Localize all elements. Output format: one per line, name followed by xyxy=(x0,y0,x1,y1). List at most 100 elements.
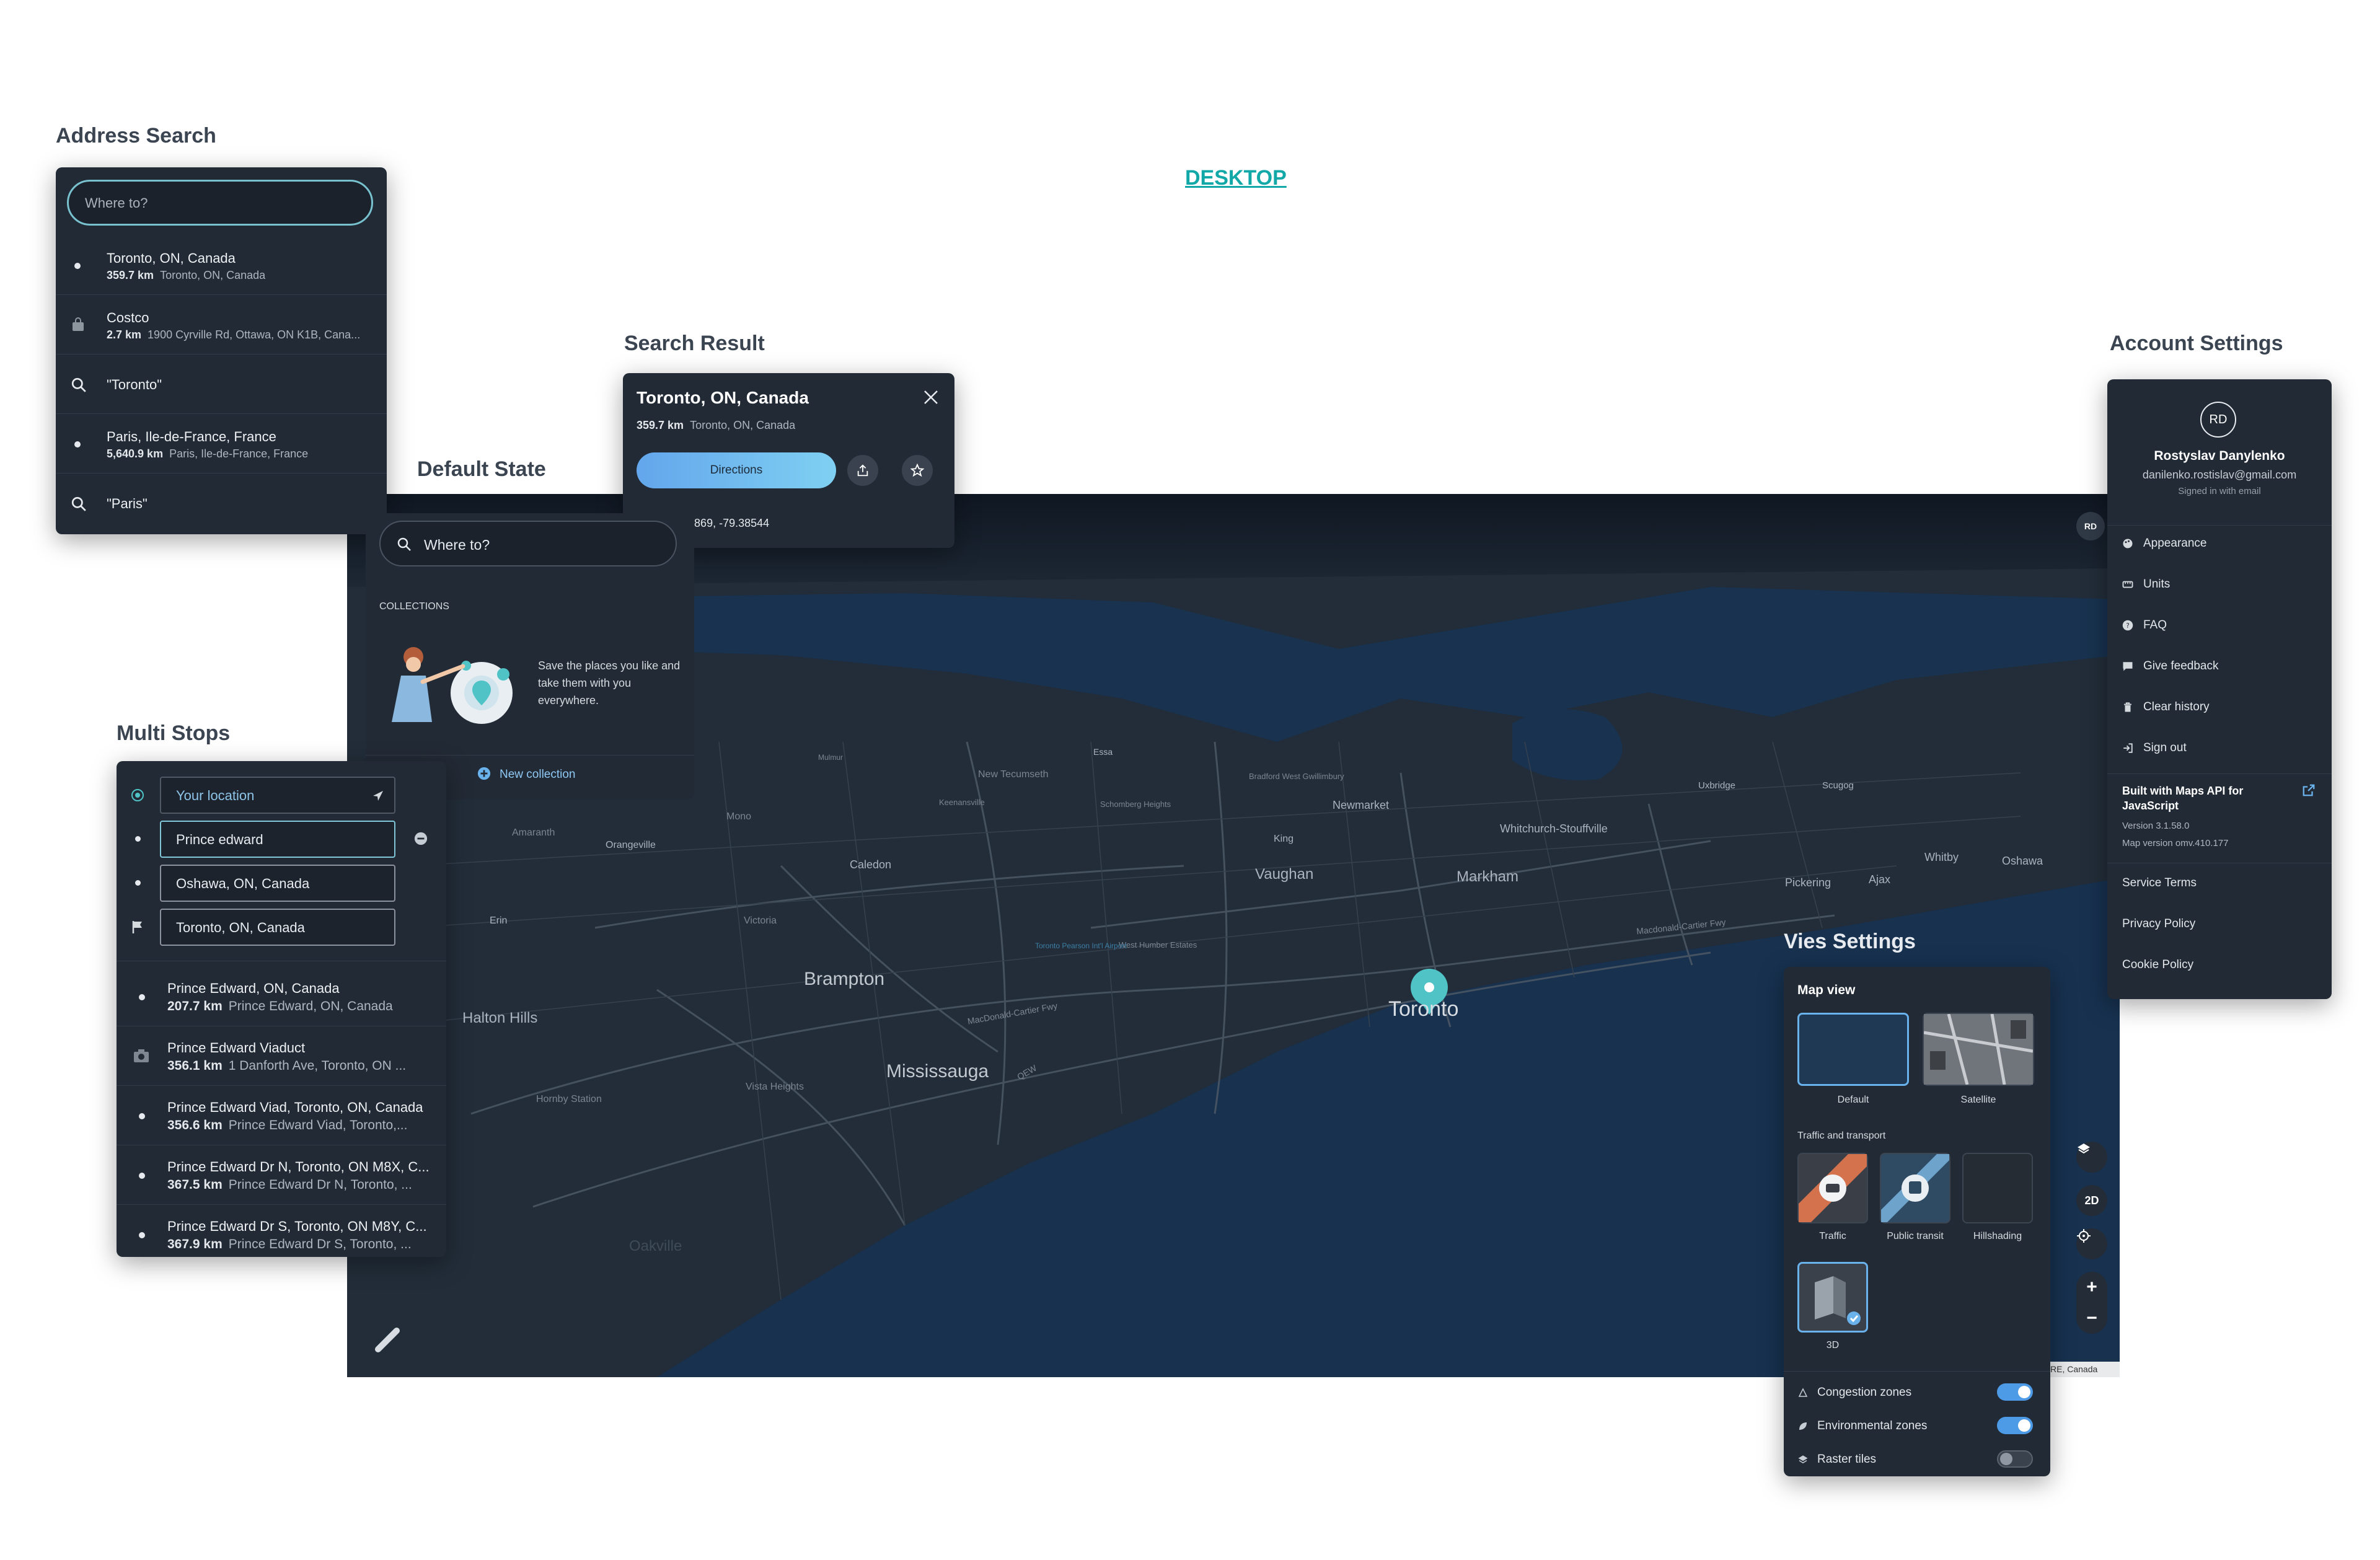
map-view-satellite-label: Satellite xyxy=(1960,1095,1996,1105)
suggestion-title: Prince Edward, ON, Canada xyxy=(167,981,340,996)
built-with-link[interactable]: Built with Maps API for JavaScript xyxy=(2122,783,2277,813)
city-label: Scugog xyxy=(1822,780,1854,791)
stop-input-active[interactable]: Prince edward xyxy=(160,821,395,858)
toggle-label: Raster tiles xyxy=(1817,1453,1877,1466)
stop-suggestion-row[interactable]: Prince Edward Viad, Toronto, ON, Canada … xyxy=(117,1086,446,1145)
stop-input-destination[interactable]: Toronto, ON, Canada xyxy=(160,909,395,946)
map-view-default-option[interactable] xyxy=(1797,1013,1909,1086)
city-label: Vaughan xyxy=(1255,866,1314,883)
menu-give-feedback[interactable]: Give feedback xyxy=(2143,659,2218,673)
result-title: "Toronto" xyxy=(107,377,162,392)
stop-input-origin[interactable]: Your location xyxy=(160,777,395,814)
account-name: Rostyslav Danylenko xyxy=(2154,449,2285,463)
api-version: Version 3.1.58.0 xyxy=(2122,821,2190,831)
avatar: RD xyxy=(2200,402,2236,438)
stop-input[interactable]: Oshawa, ON, Canada xyxy=(160,865,395,902)
sign-out-icon xyxy=(2123,743,2133,753)
city-label: Essa xyxy=(1093,747,1113,757)
place-label: Mulmur xyxy=(818,753,844,762)
result-title: Costco xyxy=(107,310,149,325)
layer-public-transit-label: Public transit xyxy=(1887,1231,1944,1241)
place-label: Schomberg Heights xyxy=(1100,800,1171,809)
share-button[interactable] xyxy=(847,455,878,486)
city-label: Whitby xyxy=(1924,851,1959,863)
remove-stop-icon[interactable] xyxy=(414,832,428,845)
link-service-terms[interactable]: Service Terms xyxy=(2122,876,2197,890)
search-result-row[interactable]: Paris, Ile-de-France, France 5,640.9 km P… xyxy=(56,414,387,474)
menu-sign-out[interactable]: Sign out xyxy=(2143,741,2187,755)
menu-units[interactable]: Units xyxy=(2143,578,2170,591)
raster-tiles-toggle[interactable] xyxy=(1997,1450,2033,1468)
directions-button[interactable]: Directions xyxy=(637,452,836,488)
external-link-icon[interactable] xyxy=(2302,783,2316,797)
suggestion-title: Prince Edward Dr S, Toronto, ON M8Y, C..… xyxy=(167,1218,427,1234)
menu-clear-history[interactable]: Clear history xyxy=(2143,700,2210,714)
stop-suggestion-row[interactable]: Prince Edward Dr S, Toronto, ON M8Y, C..… xyxy=(117,1205,446,1264)
traffic-icon xyxy=(1799,1154,1867,1222)
stop-suggestion-row[interactable]: Prince Edward Viaduct 356.1 km 1 Danforth… xyxy=(117,1026,446,1086)
flag-icon xyxy=(132,921,142,933)
search-icon xyxy=(397,537,411,551)
search-result-row[interactable]: Toronto, ON, Canada 359.7 km Toronto, ON,… xyxy=(56,236,387,295)
place-label: Victoria xyxy=(744,915,777,926)
dot-icon xyxy=(74,263,81,269)
place-label: New Tecumseth xyxy=(978,769,1049,780)
locate-me-button[interactable] xyxy=(2076,1228,2107,1259)
result-subtitle: 359.7 km Toronto, ON, Canada xyxy=(107,269,266,281)
gps-arrow-icon[interactable] xyxy=(371,788,386,803)
zoom-out-button[interactable]: − xyxy=(2076,1303,2107,1334)
congestion-zones-toggle[interactable] xyxy=(1997,1383,2033,1401)
satellite-thumbnail xyxy=(1923,1013,2034,1085)
search-query-row[interactable]: "Paris" xyxy=(56,474,387,533)
share-icon xyxy=(857,464,868,477)
collections-illustration-icon xyxy=(392,647,513,724)
save-favorite-button[interactable] xyxy=(902,455,933,486)
environmental-zones-toggle[interactable] xyxy=(1997,1417,2033,1434)
view-settings-panel: Map view Default Satellite Traffic and t… xyxy=(1784,967,2050,1476)
add-circle-icon xyxy=(477,767,491,780)
default-search-input[interactable]: Where to? xyxy=(379,521,677,566)
layer-traffic-option[interactable] xyxy=(1797,1153,1868,1223)
map-view-heading: Map view xyxy=(1797,983,1856,997)
link-privacy-policy[interactable]: Privacy Policy xyxy=(2122,917,2195,931)
desktop-link[interactable]: DESKTOP xyxy=(1185,166,1287,190)
map-avatar[interactable]: RD xyxy=(2076,512,2105,540)
suggestion-subtitle: 367.5 km Prince Edward Dr N, Toronto, ... xyxy=(167,1178,412,1192)
result-title: "Paris" xyxy=(107,496,148,511)
layers-button[interactable] xyxy=(2076,1142,2107,1173)
dot-icon xyxy=(139,1173,145,1179)
leaf-icon xyxy=(1799,1422,1807,1430)
menu-appearance[interactable]: Appearance xyxy=(2143,537,2206,550)
layer-3d-option[interactable] xyxy=(1797,1262,1868,1333)
place-label: Mono xyxy=(726,811,752,822)
section-title-multi-stops: Multi Stops xyxy=(117,721,231,745)
stop-suggestion-row[interactable]: Prince Edward, ON, Canada 207.7 km Prince… xyxy=(117,967,446,1026)
stop-suggestion-row[interactable]: Prince Edward Dr N, Toronto, ON M8X, C..… xyxy=(117,1145,446,1205)
result-card-subtitle: 359.7 km Toronto, ON, Canada xyxy=(637,419,796,431)
place-label: Bradford West Gwillimbury xyxy=(1249,772,1344,781)
menu-faq[interactable]: FAQ xyxy=(2143,619,2167,632)
link-cookie-policy[interactable]: Cookie Policy xyxy=(2122,958,2193,972)
map-view-satellite-option[interactable] xyxy=(1923,1013,2034,1086)
layer-hillshading-option[interactable] xyxy=(1962,1153,2033,1223)
place-label: Hornby Station xyxy=(536,1094,602,1104)
new-collection-button[interactable]: New collection xyxy=(500,768,576,782)
city-label: Mississauga xyxy=(886,1061,989,1082)
zoom-in-button[interactable]: + xyxy=(2076,1272,2107,1303)
address-search-input[interactable]: Where to? xyxy=(67,180,373,226)
layer-3d-label: 3D xyxy=(1826,1340,1840,1351)
feedback-icon xyxy=(2123,662,2133,671)
section-title-address-search: Address Search xyxy=(56,124,216,148)
city-label: Brampton xyxy=(804,969,885,989)
current-location-icon xyxy=(131,789,144,801)
search-query-row[interactable]: "Toronto" xyxy=(56,355,387,414)
place-label: West Humber Estates xyxy=(1119,940,1197,950)
2d-toggle-button[interactable]: 2D xyxy=(2076,1185,2107,1216)
city-label: Toronto xyxy=(1388,997,1459,1021)
search-result-row[interactable]: Costco 2.7 km 1900 Cyrville Rd, Ottawa, O… xyxy=(56,295,387,355)
suggestion-title: Prince Edward Viaduct xyxy=(167,1040,306,1055)
toggle-label: Environmental zones xyxy=(1817,1419,1928,1432)
map-version: Map version omv.410.177 xyxy=(2122,838,2229,848)
layer-public-transit-option[interactable] xyxy=(1880,1153,1950,1223)
close-icon[interactable] xyxy=(922,388,940,407)
